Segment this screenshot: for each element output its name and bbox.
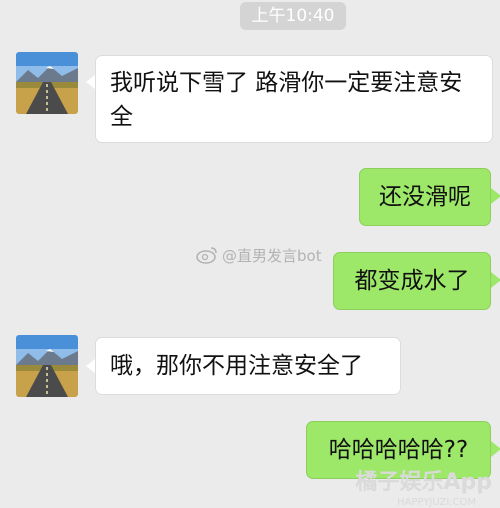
contact-avatar[interactable] — [16, 52, 78, 114]
message-bubble-incoming[interactable]: 我听说下雪了 路滑你一定要注意安全 — [95, 55, 493, 143]
message-bubble-outgoing[interactable]: 还没滑呢 — [359, 168, 491, 226]
message-bubble-outgoing[interactable]: 都变成水了 — [333, 252, 491, 310]
app-watermark: 橘子娱乐App — [355, 470, 492, 495]
weibo-watermark: @直男发言bot — [196, 242, 322, 268]
bubble-tail — [491, 188, 500, 204]
weibo-logo-icon — [196, 247, 217, 264]
timestamp-pill: 上午10:40 — [240, 2, 346, 30]
message-text: 我听说下雪了 路滑你一定要注意安全 — [110, 70, 463, 130]
message-bubble-incoming[interactable]: 哦，那你不用注意安全了 — [95, 337, 401, 395]
bubble-tail — [491, 272, 500, 288]
landscape-road-icon — [16, 52, 78, 114]
app-url-watermark: HAPPYJUZI.COM — [397, 497, 476, 508]
landscape-road-icon — [16, 335, 78, 397]
message-text: 哈哈哈哈哈?? — [328, 437, 469, 463]
message-text: 哦，那你不用注意安全了 — [110, 353, 363, 379]
bubble-tail — [491, 441, 500, 457]
message-text: 都变成水了 — [354, 268, 470, 294]
message-text: 还没滑呢 — [379, 184, 471, 210]
weibo-handle: @直男发言bot — [222, 246, 322, 265]
contact-avatar[interactable] — [16, 335, 78, 397]
